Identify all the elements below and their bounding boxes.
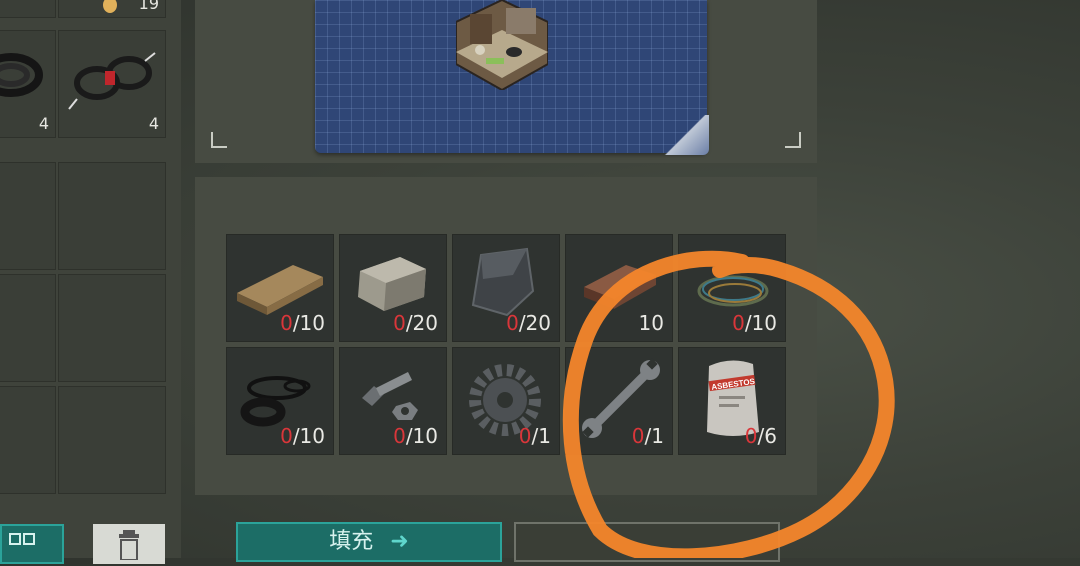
inventory-slot[interactable] [0, 0, 56, 18]
need-count: /1 [531, 424, 551, 448]
requirement-qty: 0/20 [393, 311, 438, 335]
need-count: 10 [638, 311, 664, 335]
fill-button[interactable]: 填充 ➜ [236, 522, 502, 562]
grid-icon [9, 533, 35, 545]
item-count: 19 [138, 0, 159, 13]
frame-corner [785, 132, 801, 148]
egg-icon [103, 0, 117, 13]
need-count: /10 [405, 424, 438, 448]
need-count: /10 [292, 311, 325, 335]
need-count: /10 [744, 311, 777, 335]
requirement-qty: 0/1 [632, 424, 664, 448]
requirement-qty: 0/10 [280, 424, 325, 448]
trash-icon [119, 530, 139, 561]
inventory-slot[interactable] [58, 274, 166, 382]
need-count: /10 [292, 424, 325, 448]
requirement-slot-wires[interactable]: 0/10 [678, 234, 786, 342]
have-count: 0 [393, 311, 406, 335]
need-count: /20 [518, 311, 551, 335]
requirement-slot-stone[interactable]: 0/20 [339, 234, 447, 342]
requirement-qty: 0/10 [393, 424, 438, 448]
trash-button[interactable] [93, 524, 165, 564]
inventory-slot[interactable]: 19 [58, 0, 166, 18]
requirement-qty: 0/10 [732, 311, 777, 335]
requirement-slot-copper-ingot[interactable]: 10 [565, 234, 673, 342]
have-count: 0 [732, 311, 745, 335]
workshop-room-icon [456, 0, 548, 90]
inventory-slot[interactable]: 4 [0, 30, 56, 138]
requirement-slot-asbestos[interactable]: ASBESTOS 0/6 [678, 347, 786, 455]
requirement-slot-planks[interactable]: 0/10 [226, 234, 334, 342]
have-count: 0 [393, 424, 406, 448]
inventory-slot[interactable] [0, 386, 56, 494]
inventory-slot[interactable] [58, 386, 166, 494]
frame-corner [211, 132, 227, 148]
page-curl [663, 115, 709, 155]
need-count: /6 [757, 424, 777, 448]
need-count: /20 [405, 311, 438, 335]
requirement-slot-rubber-parts[interactable]: 0/10 [226, 347, 334, 455]
have-count: 0 [518, 424, 532, 448]
inventory-slot[interactable] [58, 162, 166, 270]
item-count: 4 [38, 114, 49, 133]
grid-view-button[interactable] [0, 524, 64, 564]
item-count: 4 [148, 114, 159, 133]
have-count: 0 [280, 424, 293, 448]
inventory-slot[interactable]: 4 [58, 30, 166, 138]
have-count: 0 [506, 311, 519, 335]
requirement-qty: 0/20 [506, 311, 551, 335]
have-count: 0 [280, 311, 293, 335]
secondary-button[interactable] [514, 522, 780, 562]
requirement-qty: 0/10 [280, 311, 325, 335]
requirement-slot-nails[interactable]: 0/10 [339, 347, 447, 455]
fill-arrow-icon: ➜ [390, 529, 409, 554]
requirement-qty: 0/1 [519, 424, 551, 448]
have-count: 0 [631, 424, 645, 448]
requirement-qty: 0/6 [745, 424, 777, 448]
have-count: 0 [744, 424, 758, 448]
requirement-slot-metal-plate[interactable]: 0/20 [452, 234, 560, 342]
inventory-slot[interactable] [0, 162, 56, 270]
inventory-panel: 19 4 4 [0, 0, 181, 558]
need-count: /1 [644, 424, 664, 448]
inventory-slot[interactable] [0, 274, 56, 382]
requirement-slot-gear[interactable]: 0/1 [452, 347, 560, 455]
fill-button-label: 填充 [329, 529, 374, 554]
requirement-qty: 10 [639, 311, 664, 335]
requirement-slot-wrench[interactable]: 0/1 [565, 347, 673, 455]
